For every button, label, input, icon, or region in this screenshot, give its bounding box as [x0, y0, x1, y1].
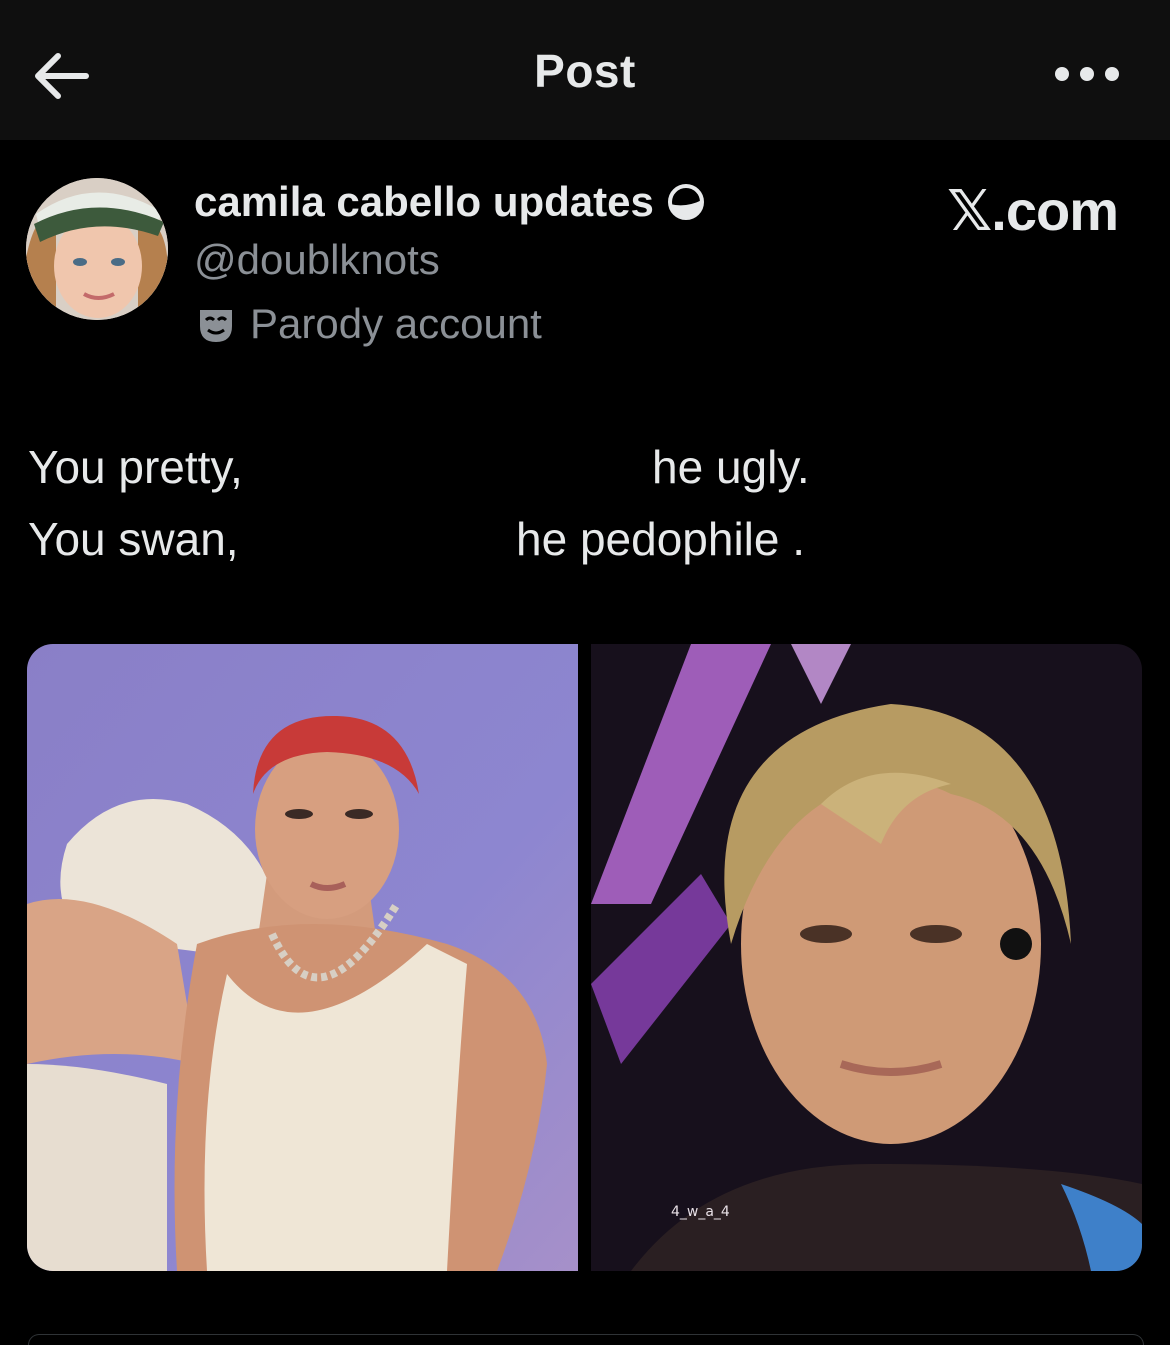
- author-handle[interactable]: @doublknots: [194, 236, 440, 284]
- post-image-left[interactable]: [27, 644, 578, 1271]
- post-text-line-2-left: You swan,: [28, 513, 239, 565]
- image-watermark: 4_w_a_4: [671, 1204, 730, 1220]
- more-options-icon[interactable]: [1052, 62, 1122, 86]
- mask-icon: [200, 310, 232, 342]
- page-title: Post: [534, 45, 636, 97]
- verified-badge-icon: [667, 184, 704, 220]
- parody-label-row: Parody account: [196, 300, 542, 348]
- post-text-line-1-right: he ugly.: [652, 441, 810, 493]
- author-name[interactable]: camila cabello updates: [194, 178, 654, 226]
- top-bar: Post: [0, 0, 1170, 140]
- next-section-edge: [28, 1334, 1144, 1345]
- x-brand-watermark: 𝕏.com: [947, 179, 1119, 242]
- post-image-right[interactable]: 4_w_a_4: [591, 644, 1142, 1271]
- post-text-line-2-right: he pedophile .: [516, 513, 806, 565]
- parody-label: Parody account: [250, 300, 542, 347]
- author-row: camila cabello updates: [194, 178, 706, 226]
- avatar[interactable]: [26, 178, 168, 320]
- post-text-line-1-left: You pretty,: [28, 441, 243, 493]
